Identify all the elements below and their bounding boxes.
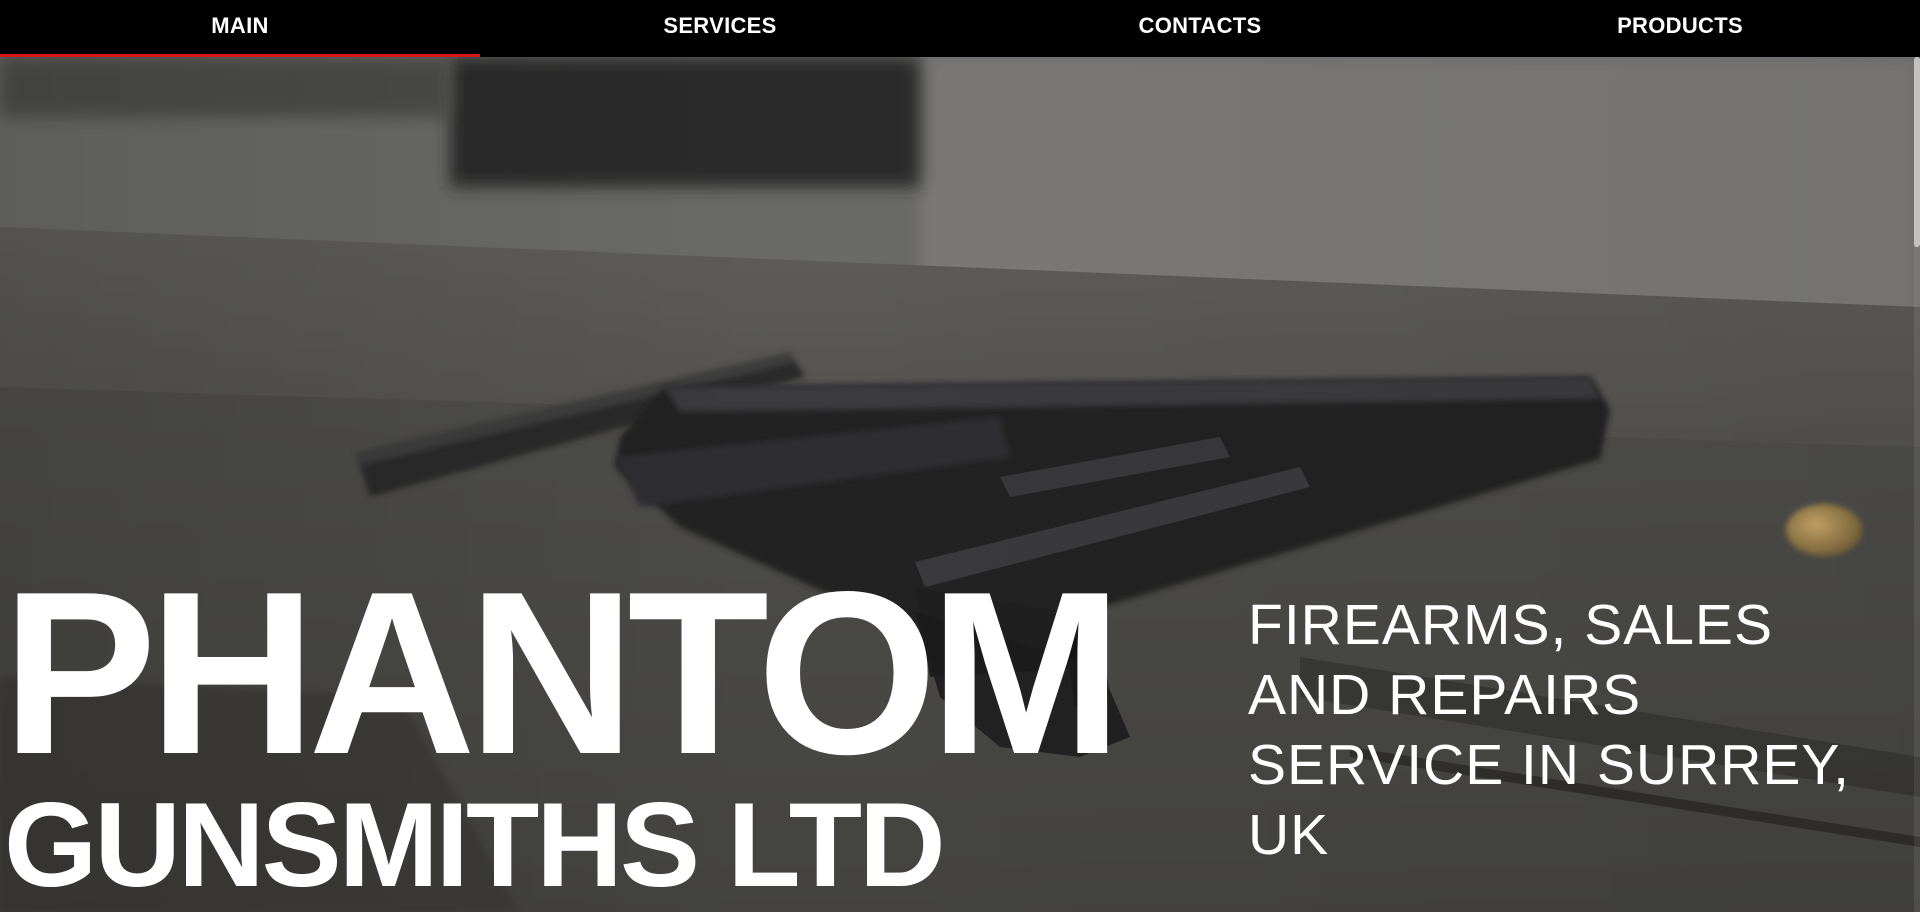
nav-item-services-label: SERVICES bbox=[663, 13, 777, 38]
nav-item-contacts[interactable]: CONTACTS bbox=[960, 0, 1440, 57]
page: MAIN SERVICES CONTACTS PRODUCTS PHANTOM … bbox=[0, 0, 1920, 912]
page-scrollbar[interactable] bbox=[1914, 57, 1920, 912]
nav-item-main[interactable]: MAIN bbox=[0, 0, 480, 57]
nav-item-contacts-label: CONTACTS bbox=[1138, 13, 1262, 38]
top-navigation: MAIN SERVICES CONTACTS PRODUCTS bbox=[0, 0, 1920, 57]
nav-item-products-label: PRODUCTS bbox=[1617, 13, 1743, 38]
nav-item-products[interactable]: PRODUCTS bbox=[1440, 0, 1920, 57]
nav-item-main-label: MAIN bbox=[211, 13, 269, 38]
nav-item-services[interactable]: SERVICES bbox=[480, 0, 960, 57]
hero-subtitle: GUNSMITHS LTD bbox=[4, 778, 946, 912]
hero-title: PHANTOM bbox=[2, 544, 1123, 803]
hero-tagline: FIREARMS, SALES AND REPAIRS SERVICE IN S… bbox=[1248, 593, 1850, 867]
scrollbar-thumb[interactable] bbox=[1914, 57, 1920, 247]
